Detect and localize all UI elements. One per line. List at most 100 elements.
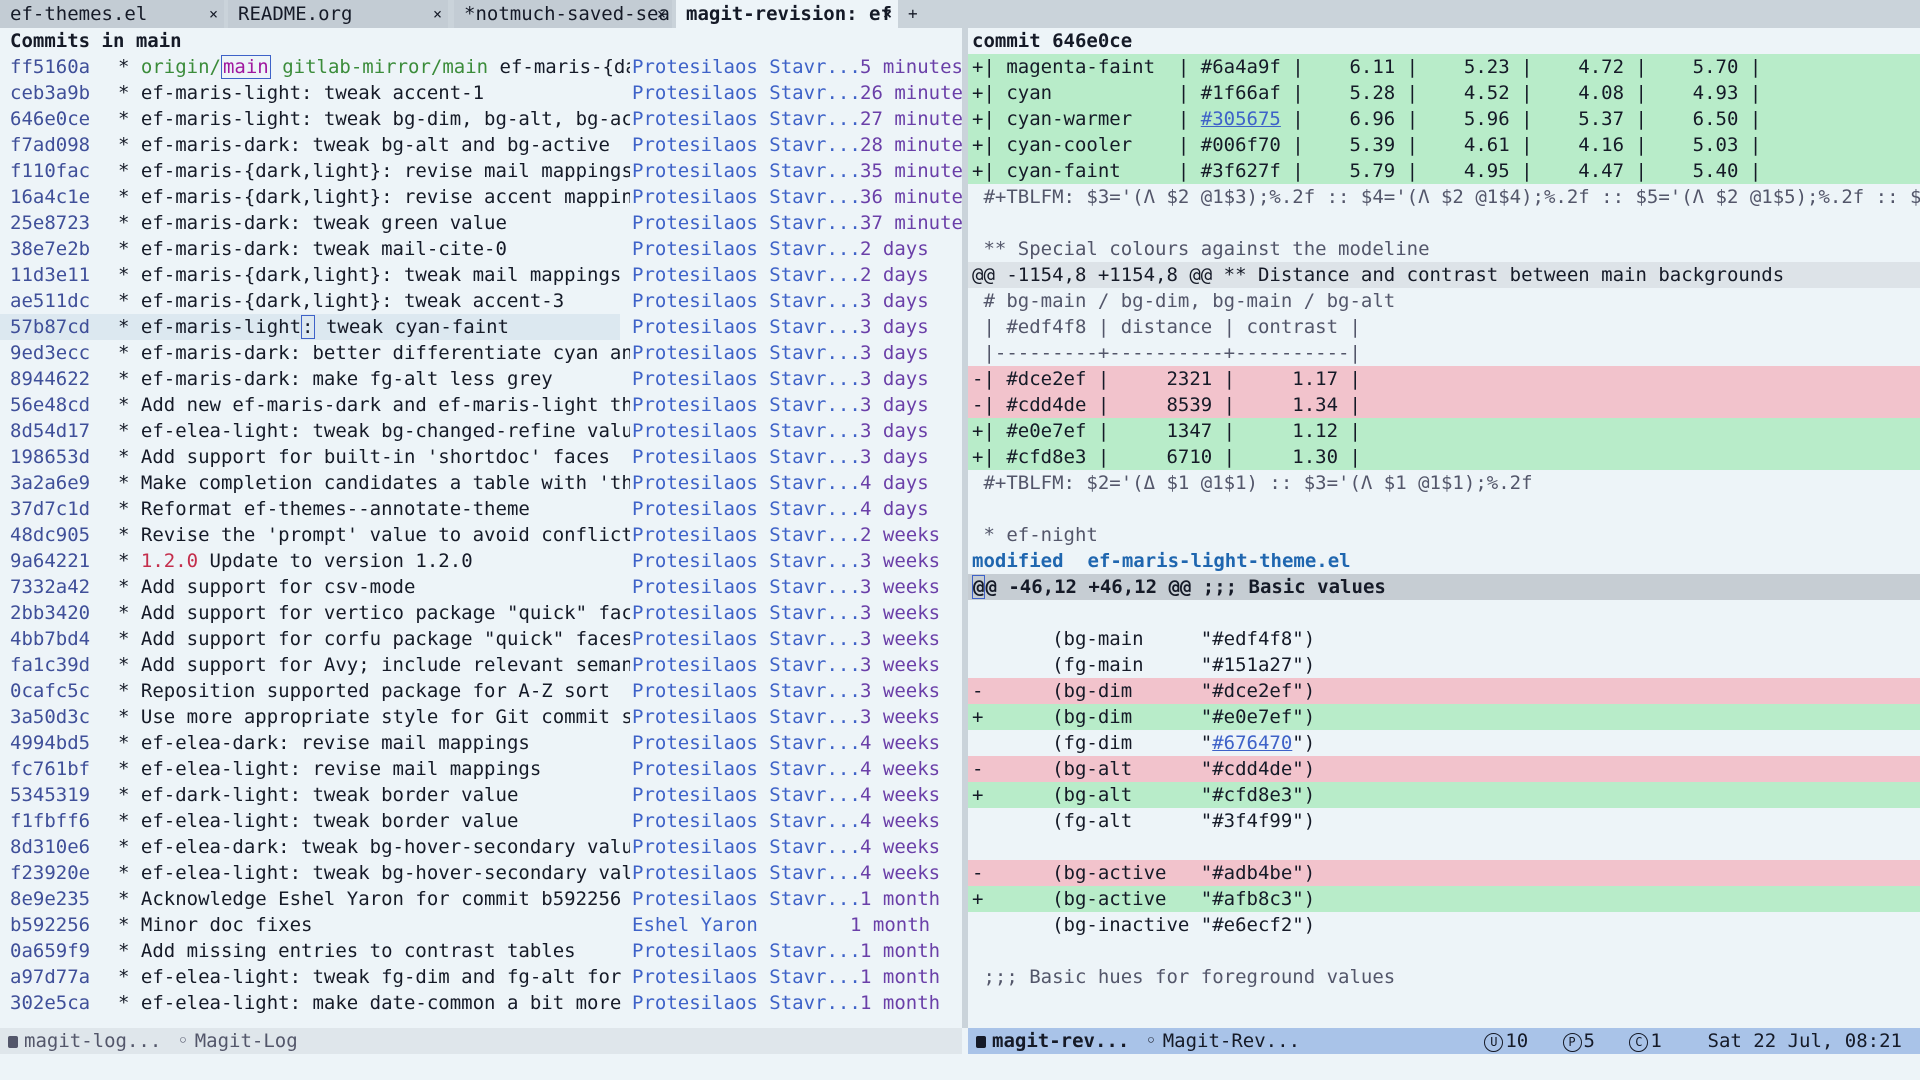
ref-branch-main[interactable]: main bbox=[220, 55, 271, 79]
diff-removed-line[interactable]: -| #cdd4de | 8539 | 1.34 | bbox=[968, 392, 1920, 418]
close-icon[interactable]: × bbox=[209, 0, 218, 28]
diff-added-line[interactable]: +| cyan-warmer | #305675 | 6.96 | 5.96 |… bbox=[968, 106, 1920, 132]
modeline-buffer-name[interactable]: magit-log... bbox=[24, 1030, 161, 1052]
diff-line[interactable]: (bg-inactive "#e6ecf2") bbox=[968, 912, 1920, 938]
commit-hash[interactable]: 57b87cd bbox=[10, 314, 90, 340]
diff-removed-line[interactable]: - (bg-dim "#dce2ef") bbox=[968, 678, 1920, 704]
commit-hash[interactable]: 4bb7bd4 bbox=[10, 626, 90, 652]
commit-hash[interactable]: ff5160a bbox=[10, 54, 90, 80]
commit-row[interactable]: 11d3e11 * ef-maris-{dark,light}: tweak ma… bbox=[0, 262, 962, 288]
color-link[interactable]: #305675 bbox=[1201, 108, 1281, 130]
commit-hash[interactable]: 198653d bbox=[10, 444, 90, 470]
commit-row[interactable]: ceb3a9b * ef-maris-light: tweak accent-1 P… bbox=[0, 80, 962, 106]
diff-hunk-header[interactable]: @@ -1154,8 +1154,8 @@ ** Distance and co… bbox=[968, 262, 1920, 288]
commit-row[interactable]: 3a50d3c * Use more appropriate style for … bbox=[0, 704, 962, 730]
diff-added-line[interactable]: +| #cfd8e3 | 6710 | 1.30 | bbox=[968, 444, 1920, 470]
commit-row[interactable]: 57b87cd * ef-maris-light: tweak cyan-fain… bbox=[0, 314, 962, 340]
commit-hash[interactable]: 5345319 bbox=[10, 782, 90, 808]
commit-hash[interactable]: f7ad098 bbox=[10, 132, 90, 158]
magit-revision-pane[interactable]: commit 646e0ce +| magenta-faint | #6a4a9f… bbox=[968, 28, 1920, 1028]
commit-hash[interactable]: 38e7e2b bbox=[10, 236, 90, 262]
commit-hash[interactable]: 0cafc5c bbox=[10, 678, 90, 704]
diff-line[interactable]: (bg-main "#edf4f8") bbox=[968, 626, 1920, 652]
commit-row[interactable]: 16a4c1e * ef-maris-{dark,light}: revise a… bbox=[0, 184, 962, 210]
diff-added-line[interactable]: +| cyan-faint | #3f627f | 5.79 | 4.95 | … bbox=[968, 158, 1920, 184]
commit-row[interactable]: f23920e * ef-elea-light: tweak bg-hover-s… bbox=[0, 860, 962, 886]
diff-context-line[interactable]: ;;; Basic hues for foreground values bbox=[968, 964, 1920, 990]
commit-row[interactable]: 4994bd5 * ef-elea-dark: revise mail mappi… bbox=[0, 730, 962, 756]
file-name[interactable]: ef-maris-light-theme.el bbox=[1088, 550, 1351, 572]
commit-row[interactable]: b592256 * Minor doc fixes Eshel Yaron 1 mon… bbox=[0, 912, 962, 938]
diff-added-line[interactable]: +| cyan-cooler | #006f70 | 5.39 | 4.61 |… bbox=[968, 132, 1920, 158]
tab-1[interactable]: README.org × bbox=[228, 0, 448, 28]
diff-context-line[interactable]: # bg-main / bg-dim, bg-main / bg-alt bbox=[968, 288, 1920, 314]
commit-row[interactable]: ff5160a * origin/main gitlab-mirror/main … bbox=[0, 54, 962, 80]
commit-row[interactable]: a97d77a * ef-elea-light: tweak fg-dim and… bbox=[0, 964, 962, 990]
commit-hash[interactable]: 11d3e11 bbox=[10, 262, 90, 288]
commit-row[interactable]: 646e0ce * ef-maris-light: tweak bg-dim, b… bbox=[0, 106, 962, 132]
diff-file-header[interactable]: modified ef-maris-light-theme.el bbox=[968, 548, 1920, 574]
diff-context-line[interactable]: ** Special colours against the modeline bbox=[968, 236, 1920, 262]
commit-row[interactable]: 38e7e2b * ef-maris-dark: tweak mail-cite-… bbox=[0, 236, 962, 262]
modeline-major-mode[interactable]: Magit-Rev... bbox=[1163, 1030, 1300, 1052]
diff-removed-line[interactable]: -| #dce2ef | 2321 | 1.17 | bbox=[968, 366, 1920, 392]
commit-row[interactable]: f110fac * ef-maris-{dark,light}: revise m… bbox=[0, 158, 962, 184]
commit-row[interactable]: fc761bf * ef-elea-light: revise mail mapp… bbox=[0, 756, 962, 782]
commit-row[interactable]: 9ed3ecc * ef-maris-dark: better different… bbox=[0, 340, 962, 366]
diff-added-line[interactable]: + (bg-active "#afb8c3") bbox=[968, 886, 1920, 912]
commit-row[interactable]: 198653d * Add support for built-in 'short… bbox=[0, 444, 962, 470]
commit-row[interactable]: 8d310e6 * ef-elea-dark: tweak bg-hover-se… bbox=[0, 834, 962, 860]
commit-row[interactable]: 8d54d17 * ef-elea-light: tweak bg-changed… bbox=[0, 418, 962, 444]
commit-row[interactable]: fa1c39d * Add support for Avy; include re… bbox=[0, 652, 962, 678]
diff-hunk-header-current[interactable]: @@ -46,12 +46,12 @@ ;;; Basic values bbox=[968, 574, 1920, 600]
diff-removed-line[interactable]: - (bg-active "#adb4be") bbox=[968, 860, 1920, 886]
commit-row[interactable]: 2bb3420 * Add support for vertico package… bbox=[0, 600, 962, 626]
commit-row[interactable]: 4bb7bd4 * Add support for corfu package "… bbox=[0, 626, 962, 652]
echo-area[interactable] bbox=[0, 1054, 1920, 1080]
new-tab-icon[interactable]: + bbox=[908, 0, 918, 28]
commit-hash[interactable]: 9ed3ecc bbox=[10, 340, 90, 366]
diff-added-line[interactable]: + (bg-dim "#e0e7ef") bbox=[968, 704, 1920, 730]
diff-context-line[interactable]: | #edf4f8 | distance | contrast | bbox=[968, 314, 1920, 340]
diff-context-line[interactable]: * ef-night bbox=[968, 522, 1920, 548]
diff-context-line[interactable]: #+TBLFM: $2='(Δ $1 @1$1) :: $3='(Λ $1 @1… bbox=[968, 470, 1920, 496]
commit-row[interactable]: ae511dc * ef-maris-{dark,light}: tweak ac… bbox=[0, 288, 962, 314]
modeline-major-mode[interactable]: Magit-Log bbox=[195, 1030, 298, 1052]
commit-row[interactable]: 8944622 * ef-maris-dark: make fg-alt less… bbox=[0, 366, 962, 392]
commit-hash[interactable]: ae511dc bbox=[10, 288, 90, 314]
commit-hash[interactable]: 0a659f9 bbox=[10, 938, 90, 964]
commit-hash[interactable]: 8d54d17 bbox=[10, 418, 90, 444]
diff-line[interactable]: (fg-main "#151a27") bbox=[968, 652, 1920, 678]
commit-hash[interactable]: 4994bd5 bbox=[10, 730, 90, 756]
commit-hash[interactable]: 8d310e6 bbox=[10, 834, 90, 860]
magit-log-pane[interactable]: Commits in main ff5160a * origin/main gitl… bbox=[0, 28, 962, 1028]
close-icon[interactable]: × bbox=[657, 0, 666, 28]
modeline-left[interactable]: magit-log... ◦ Magit-Log bbox=[0, 1028, 962, 1054]
commit-hash[interactable]: 9a64221 bbox=[10, 548, 90, 574]
commit-hash[interactable]: 37d7c1d bbox=[10, 496, 90, 522]
tab-3[interactable]: magit-revision: ef × bbox=[676, 0, 898, 28]
close-icon[interactable]: × bbox=[433, 0, 442, 28]
commit-row[interactable]: 9a64221 * 1.2.0 Update to version 1.2.0 Pr… bbox=[0, 548, 962, 574]
diff-line[interactable]: (fg-dim "#676470") bbox=[968, 730, 1920, 756]
color-link[interactable]: #676470 bbox=[1212, 732, 1292, 754]
commit-row[interactable]: f7ad098 * ef-maris-dark: tweak bg-alt and… bbox=[0, 132, 962, 158]
diff-added-line[interactable]: + (bg-alt "#cfd8e3") bbox=[968, 782, 1920, 808]
tab-2[interactable]: *notmuch-saved-sea × bbox=[454, 0, 672, 28]
commit-hash[interactable]: 3a2a6e9 bbox=[10, 470, 90, 496]
commit-row[interactable]: 37d7c1d * Reformat ef-themes--annotate-th… bbox=[0, 496, 962, 522]
diff-context-line[interactable]: #+TBLFM: $3='(Λ $2 @1$3);%.2f :: $4='(Λ … bbox=[968, 184, 1920, 210]
diff-line[interactable]: (fg-alt "#3f4f99") bbox=[968, 808, 1920, 834]
commit-hash[interactable]: 56e48cd bbox=[10, 392, 90, 418]
commit-hash[interactable]: f110fac bbox=[10, 158, 90, 184]
commit-row[interactable]: 8e9e235 * Acknowledge Eshel Yaron for com… bbox=[0, 886, 962, 912]
commit-row[interactable]: 5345319 * ef-dark-light: tweak border val… bbox=[0, 782, 962, 808]
commit-hash[interactable]: a97d77a bbox=[10, 964, 90, 990]
commit-row[interactable]: 48dc905 * Revise the 'prompt' value to av… bbox=[0, 522, 962, 548]
commit-row[interactable]: 302e5ca * ef-elea-light: make date-common… bbox=[0, 990, 962, 1016]
commit-row[interactable]: f1fbff6 * ef-elea-light: tweak border val… bbox=[0, 808, 962, 834]
commit-row[interactable]: 25e8723 * ef-maris-dark: tweak green valu… bbox=[0, 210, 962, 236]
commit-hash[interactable]: b592256 bbox=[10, 912, 90, 938]
commit-hash[interactable]: f1fbff6 bbox=[10, 808, 90, 834]
commit-hash[interactable]: 646e0ce bbox=[10, 106, 90, 132]
